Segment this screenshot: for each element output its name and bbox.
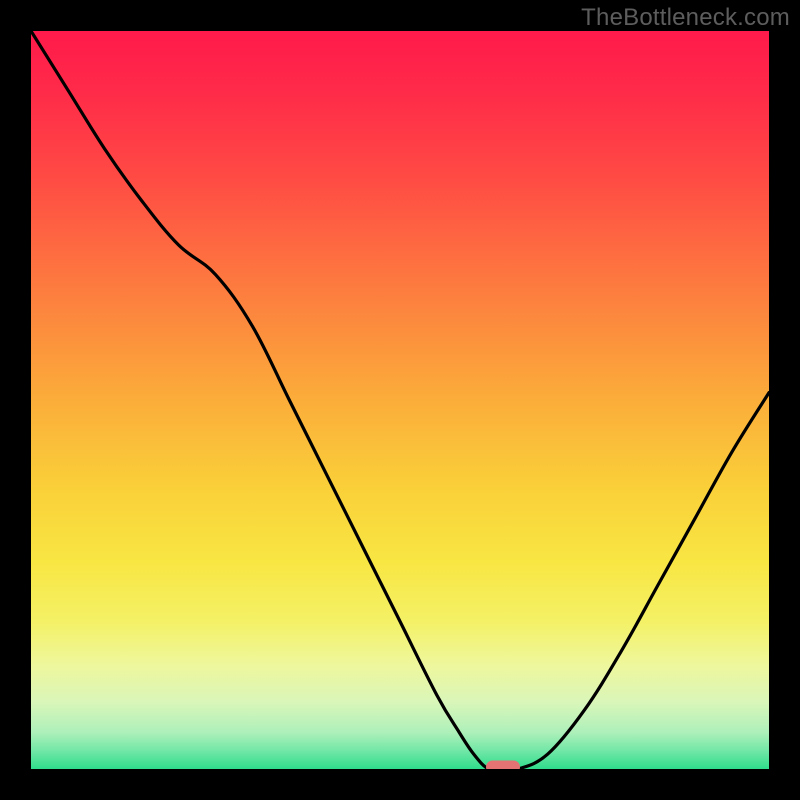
watermark-text: TheBottleneck.com [581, 4, 790, 32]
plot-area [31, 31, 769, 769]
bottleneck-chart: TheBottleneck.com [0, 0, 800, 800]
optimal-marker [486, 761, 520, 770]
bottleneck-curve [31, 31, 769, 769]
